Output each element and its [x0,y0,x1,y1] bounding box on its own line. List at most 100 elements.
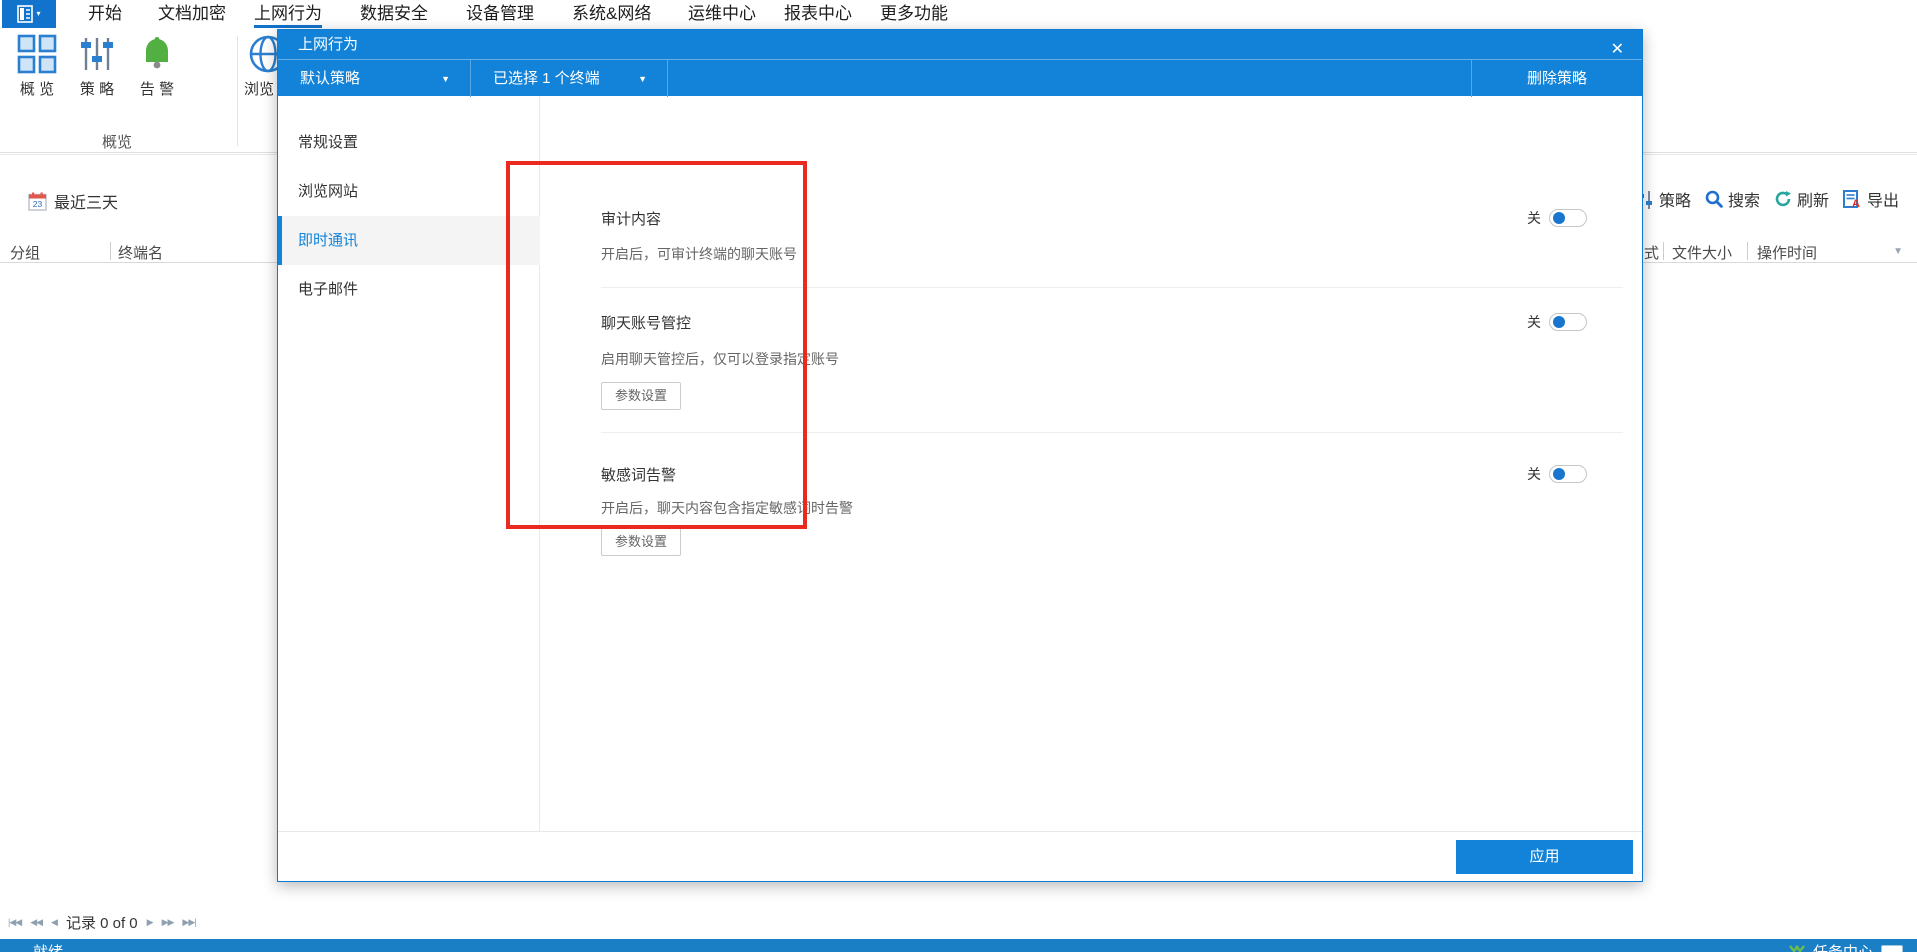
column-separator[interactable] [1663,242,1664,260]
tab-data-security[interactable]: 数据安全 [360,2,428,26]
app-menu-button[interactable]: ▾ [2,0,56,28]
grid-overview-icon [17,34,57,74]
ribbon-policy-button[interactable]: 策 略 [64,34,130,99]
policy-dropdown-label: 默认策略 [300,70,361,87]
ribbon-group-label: 概览 [101,134,132,151]
ribbon-overview-label: 概 览 [19,81,55,98]
tab-system-network[interactable]: 系统&网络 [572,2,651,26]
task-center-box-button[interactable] [1881,944,1903,952]
download-arrows-icon [1789,944,1805,952]
toggle-knob [1553,212,1565,224]
column-separator[interactable] [1747,242,1748,260]
chat-control-toggle-switch[interactable] [1549,313,1587,331]
app-menu-caret-icon: ▾ [36,9,41,18]
tab-start[interactable]: 开始 [88,2,122,26]
refresh-action-label: 刷新 [1796,193,1829,210]
menubar: ▾ 开始 文档加密 上网行为 数据安全 设备管理 系统&网络 运维中心 报表中心… [0,0,1917,29]
dialog-title: 上网行为 [298,36,359,53]
search-action-label: 搜索 [1727,193,1760,210]
date-filter-label: 最近三天 [54,195,119,212]
record-count-label: 记录 0 of 0 [65,915,138,932]
sensitive-word-param-settings-button[interactable]: 参数设置 [601,528,681,556]
list-menu-icon [17,5,34,23]
setting-sensitive-word-description: 开启后，聊天内容包含指定敏感词时告警 [601,500,853,516]
svg-text:A: A [1852,198,1860,208]
chat-control-param-settings-button[interactable]: 参数设置 [601,382,681,410]
dialog-sidebar: 常规设置 浏览网站 即时通讯 电子邮件 [278,96,540,834]
ribbon-overview-button[interactable]: 概 览 [4,34,70,99]
export-action[interactable]: A 导出 [1842,187,1899,211]
dialog-title-bar: 上网行为 ✕ [278,30,1642,59]
apply-button[interactable]: 应用 [1456,840,1633,874]
tab-doc-encrypt[interactable]: 文档加密 [158,2,226,26]
search-action[interactable]: 搜索 [1705,187,1760,211]
background-actions: 策略 搜索 刷新 A 导出 [1659,187,1899,211]
toggle-off-label: 关 [1527,210,1541,226]
setting-sensitive-word-title: 敏感词告警 [601,467,677,484]
search-icon [1705,190,1723,208]
ribbon-separator [237,36,238,146]
tab-device-mgmt[interactable]: 设备管理 [466,2,534,26]
toggle-off-label: 关 [1527,466,1541,482]
setting-chat-control-toggle-wrap: 关 [1527,312,1587,332]
next-page-button[interactable]: ▶ [147,917,154,928]
policy-dropdown[interactable]: 默认策略 ▼ [278,60,470,97]
chevron-down-icon: ▼ [441,74,450,84]
column-header-filesize[interactable]: 文件大小 [1672,242,1732,263]
sensitive-word-toggle-switch[interactable] [1549,465,1587,483]
chevron-down-icon: ▼ [638,74,647,84]
sidebar-item-websites[interactable]: 浏览网站 [278,167,540,216]
dialog-toolbar: 默认策略 ▼ 已选择 1 个终端 ▼ 删除策略 [278,59,1642,97]
setting-chat-control-description: 启用聊天管控后，仅可以登录指定账号 [601,351,839,367]
export-action-label: 导出 [1866,193,1899,210]
dialog-footer: 应用 [278,831,1642,881]
sidebar-item-instant-messaging[interactable]: 即时通讯 [278,216,540,265]
column-header-group[interactable]: 分组 [10,242,40,263]
statusbar: 就绪 任务中心 [0,939,1917,952]
bell-alert-icon [146,37,168,69]
terminal-dropdown-label: 已选择 1 个终端 [493,70,600,87]
svg-text:23: 23 [33,199,43,209]
policy-action[interactable]: 策略 [1659,187,1691,211]
setting-divider [601,432,1623,433]
sliders-policy-icon [81,38,113,70]
tab-more-features[interactable]: 更多功能 [880,2,948,26]
setting-chat-control-title: 聊天账号管控 [601,315,692,332]
toggle-knob [1553,316,1565,328]
refresh-action[interactable]: 刷新 [1774,187,1829,211]
audit-toggle-switch[interactable] [1549,209,1587,227]
status-ready-label: 就绪 [33,941,63,952]
refresh-icon [1775,191,1791,207]
delete-policy-button[interactable]: 删除策略 [1471,60,1642,97]
column-header-optime[interactable]: 操作时间 [1757,242,1817,263]
screen: ▾ 开始 文档加密 上网行为 数据安全 设备管理 系统&网络 运维中心 报表中心… [0,0,1917,952]
tab-report-center[interactable]: 报表中心 [784,2,852,26]
setting-audit-title: 审计内容 [601,211,662,228]
task-center-label: 任务中心 [1813,941,1873,952]
internet-behavior-dialog: 上网行为 ✕ 默认策略 ▼ 已选择 1 个终端 ▼ 删除策略 常规设置 浏览网站… [277,29,1643,882]
column-header-partial[interactable]: 式 [1644,242,1659,263]
column-separator[interactable] [110,242,111,260]
pagination-bar: |◀◀ ◀◀ ◀ 记录 0 of 0 ▶ ▶▶ ▶▶| [8,912,197,933]
prev-fast-button[interactable]: ◀◀ [30,917,43,928]
toggle-off-label: 关 [1527,314,1541,330]
first-page-button[interactable]: |◀◀ [8,917,22,928]
task-center[interactable]: 任务中心 [1789,941,1903,952]
ribbon-policy-label: 策 略 [79,81,115,98]
prev-page-button[interactable]: ◀ [51,917,58,928]
column-menu-caret-icon[interactable]: ▼ [1893,246,1903,257]
date-range-filter[interactable]: 23 最近三天 [28,189,118,213]
sidebar-item-general[interactable]: 常规设置 [278,118,540,167]
last-page-button[interactable]: ▶▶| [182,917,196,928]
column-header-terminal[interactable]: 终端名 [118,242,163,263]
sidebar-item-email[interactable]: 电子邮件 [278,265,540,314]
terminal-dropdown[interactable]: 已选择 1 个终端 ▼ [471,60,667,97]
ribbon-alert-button[interactable]: 告 警 [124,34,190,99]
policy-action-label: 策略 [1658,193,1691,210]
tab-ops-center[interactable]: 运维中心 [688,2,756,26]
next-fast-button[interactable]: ▶▶ [162,917,175,928]
tab-internet-behavior[interactable]: 上网行为 [254,2,322,29]
export-pdf-icon: A [1842,190,1860,208]
toolbar-separator [667,60,668,97]
setting-audit-toggle-wrap: 关 [1527,208,1587,228]
